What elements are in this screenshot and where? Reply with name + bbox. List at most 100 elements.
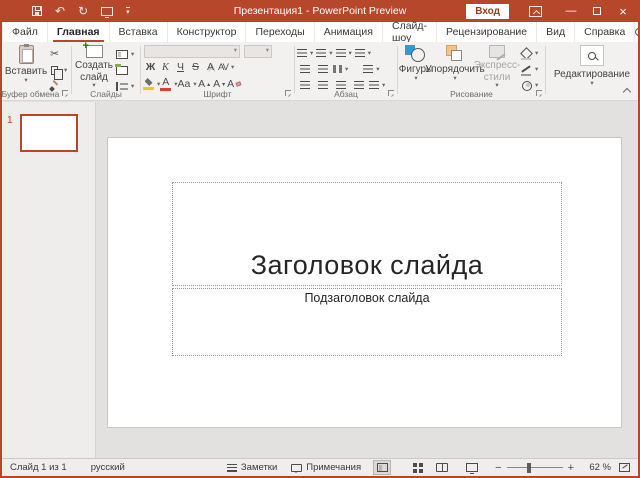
- quick-styles-button[interactable]: Экспресс-стили ▾: [478, 45, 516, 90]
- slide-sorter-icon: [413, 463, 417, 467]
- bullets-icon: [297, 49, 307, 57]
- dialog-launcher-icon[interactable]: [285, 90, 291, 96]
- decrease-indent-button[interactable]: [297, 62, 312, 76]
- ribbon: Вставить ▾ ✂ Буфер обмена Создать слайд …: [0, 42, 640, 101]
- reset-slide-button[interactable]: [114, 63, 129, 77]
- shape-fill-button[interactable]: [518, 46, 538, 60]
- reset-slide-icon: [116, 66, 128, 75]
- zoom-level[interactable]: 62 %: [583, 462, 611, 473]
- text-direction-button[interactable]: [355, 46, 371, 60]
- text-shadow-button[interactable]: А: [203, 60, 218, 74]
- slide-thumbnail[interactable]: [20, 114, 78, 152]
- title-bar: ↶ ↻ ▾ Презентация1 - PowerPoint Preview …: [0, 0, 640, 22]
- slide-counter: Слайд 1 из 1: [10, 462, 67, 473]
- slide-number: 1: [7, 115, 13, 126]
- ribbon-display-options-icon[interactable]: [529, 6, 542, 17]
- quick-styles-icon: [489, 45, 505, 58]
- slide-workspace: Заголовок слайда Подзаголовок слайда: [96, 102, 638, 458]
- slide-thumbnail-panel: 1: [2, 102, 96, 458]
- dialog-launcher-icon[interactable]: [536, 90, 542, 96]
- zoom-out-button[interactable]: −: [495, 462, 501, 474]
- copy-button[interactable]: [47, 63, 67, 77]
- shape-outline-button[interactable]: [518, 62, 538, 76]
- tab-design[interactable]: Конструктор: [168, 22, 247, 42]
- tab-animations[interactable]: Анимация: [315, 22, 383, 42]
- eraser-icon: [236, 81, 242, 86]
- dialog-launcher-icon[interactable]: [388, 90, 394, 96]
- arrange-button[interactable]: Упорядочить ▾: [432, 45, 478, 82]
- zoom-slider-thumb[interactable]: [527, 463, 531, 473]
- cut-button[interactable]: ✂: [47, 47, 62, 61]
- numbering-button[interactable]: [316, 46, 332, 60]
- subtitle-placeholder[interactable]: Подзаголовок слайда: [172, 288, 562, 356]
- increase-indent-icon: [318, 65, 328, 73]
- grow-arrow-icon: ▴: [207, 81, 210, 88]
- align-text-icon: [363, 65, 373, 73]
- zoom-slider[interactable]: [507, 467, 563, 469]
- reading-view-icon: [436, 463, 448, 472]
- tab-review[interactable]: Рецензирование: [437, 22, 537, 42]
- minimize-button[interactable]: —: [558, 0, 584, 22]
- layout-button[interactable]: [114, 47, 134, 61]
- zoom-in-button[interactable]: +: [568, 462, 574, 474]
- fit-slide-to-window-icon[interactable]: [619, 463, 630, 472]
- tab-help[interactable]: Справка: [575, 22, 635, 42]
- font-name-select[interactable]: ▾: [144, 45, 240, 58]
- maximize-button[interactable]: [584, 0, 610, 22]
- undo-icon[interactable]: ↶: [55, 5, 65, 17]
- redo-icon[interactable]: ↻: [78, 5, 88, 17]
- underline-button[interactable]: Ч: [173, 60, 188, 74]
- title-placeholder[interactable]: Заголовок слайда: [172, 182, 562, 286]
- align-right-icon: [336, 81, 346, 89]
- notes-toggle[interactable]: Заметки: [227, 462, 277, 473]
- tab-slideshow[interactable]: Слайд-шоу: [383, 22, 437, 42]
- tab-view[interactable]: Вид: [537, 22, 575, 42]
- view-slideshow-button[interactable]: [463, 460, 481, 475]
- view-normal-button[interactable]: [373, 460, 391, 475]
- bold-button[interactable]: Ж: [143, 60, 158, 74]
- new-slide-button[interactable]: Создать слайд ▾: [74, 45, 114, 90]
- view-slide-sorter-button[interactable]: [403, 460, 421, 475]
- editing-button[interactable]: Редактирование ▾: [552, 45, 632, 87]
- copy-icon: [51, 66, 58, 75]
- window-border-left: [0, 22, 2, 478]
- comments-toggle[interactable]: Примечания: [291, 462, 361, 473]
- customize-qat-dropdown-icon[interactable]: ▾: [126, 7, 130, 16]
- sign-in-button[interactable]: Вход: [466, 4, 509, 19]
- close-button[interactable]: ×: [610, 0, 636, 22]
- notes-label: Заметки: [241, 462, 277, 473]
- quick-access-toolbar: ↶ ↻ ▾: [0, 5, 130, 17]
- increase-indent-button[interactable]: [315, 62, 330, 76]
- save-icon[interactable]: [32, 6, 42, 16]
- slide-layout-icon: [116, 50, 128, 59]
- character-spacing-button[interactable]: AV: [218, 60, 233, 74]
- group-paragraph: Абзац: [295, 42, 397, 100]
- shrink-arrow-icon: ▾: [222, 81, 225, 88]
- font-size-select[interactable]: ▾: [244, 45, 272, 58]
- line-spacing-button[interactable]: [336, 46, 352, 60]
- tab-transitions[interactable]: Переходы: [246, 22, 314, 42]
- align-text-button[interactable]: [363, 62, 379, 76]
- group-label-font: Шрифт: [141, 89, 294, 99]
- new-slide-label: Создать слайд: [74, 60, 114, 83]
- comment-icon: [291, 464, 302, 472]
- bullets-button[interactable]: [297, 46, 313, 60]
- collapse-ribbon-button[interactable]: [621, 85, 633, 95]
- align-left-icon: [300, 81, 310, 89]
- paste-button[interactable]: Вставить ▾: [5, 45, 47, 84]
- view-reading-button[interactable]: [433, 460, 451, 475]
- group-drawing: Фигуры ▾ Упорядочить ▾ Экспресс-стили ▾: [398, 42, 545, 100]
- language-indicator[interactable]: русский: [91, 462, 125, 473]
- italic-button[interactable]: К: [158, 60, 173, 74]
- slide-canvas[interactable]: Заголовок слайда Подзаголовок слайда: [107, 137, 622, 428]
- tab-insert[interactable]: Вставка: [110, 22, 168, 42]
- dialog-launcher-icon[interactable]: [62, 90, 68, 96]
- tab-home[interactable]: Главная: [48, 22, 110, 42]
- strikethrough-button[interactable]: S: [188, 60, 203, 74]
- tab-file[interactable]: Файл: [2, 22, 48, 42]
- start-slideshow-icon[interactable]: [101, 7, 113, 16]
- columns-button[interactable]: [333, 62, 348, 76]
- font-color-letter: А: [162, 77, 169, 88]
- numbering-icon: [316, 49, 326, 57]
- shapes-icon: [405, 45, 427, 62]
